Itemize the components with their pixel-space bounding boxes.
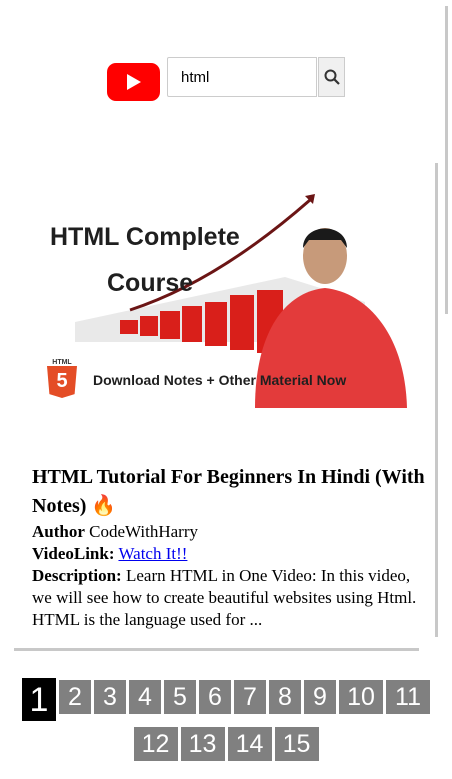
divider (14, 648, 419, 651)
description-row: Description: Learn HTML in One Video: In… (32, 565, 427, 631)
page-button[interactable]: 3 (94, 680, 126, 714)
search-icon (324, 69, 340, 85)
page-button[interactable]: 2 (59, 680, 91, 714)
author-label: Author (32, 522, 85, 541)
page-button[interactable]: 9 (304, 680, 336, 714)
thumbnail-title-line1: HTML Complete (50, 223, 240, 251)
thumbnail-caption: Download Notes + Other Material Now (93, 372, 347, 388)
page-button[interactable]: 7 (234, 680, 266, 714)
thumbnail-title-line2: Course (107, 269, 194, 297)
description-label: Description: (32, 566, 122, 585)
author-row: Author CodeWithHarry (32, 521, 427, 543)
page-button[interactable]: 8 (269, 680, 301, 714)
watch-link[interactable]: Watch It!! (118, 544, 187, 563)
video-info: HTML Tutorial For Beginners In Hindi (Wi… (32, 463, 427, 631)
search-input[interactable] (167, 57, 317, 97)
pagination: 1 2 3 4 5 6 7 8 9 10 11 12 13 14 15 (14, 678, 438, 767)
html5-shield: 5 (47, 366, 77, 398)
video-link-row: VideoLink: Watch It!! (32, 543, 427, 565)
search-button[interactable] (318, 57, 345, 97)
page-button[interactable]: 5 (164, 680, 196, 714)
html5-label: HTML (52, 359, 72, 366)
page-button[interactable]: 14 (227, 727, 272, 761)
author-name: CodeWithHarry (89, 522, 198, 541)
youtube-logo-icon[interactable] (107, 63, 160, 101)
video-link-label: VideoLink: (32, 544, 115, 563)
window-scrollbar[interactable] (445, 6, 448, 314)
page-button[interactable]: 4 (129, 680, 161, 714)
thumbnail-title: HTML Complete Course (50, 214, 240, 306)
page-button[interactable]: 10 (339, 680, 383, 714)
video-title: HTML Tutorial For Beginners In Hindi (Wi… (32, 466, 425, 517)
video-thumbnail[interactable]: HTML Complete Course HTML 5 Download Not… (35, 192, 416, 408)
page-button[interactable]: 12 (133, 727, 178, 761)
page-button-active[interactable]: 1 (22, 678, 56, 721)
page-button[interactable]: 11 (386, 680, 430, 714)
results-scrollbar[interactable] (435, 163, 438, 637)
page-button[interactable]: 6 (199, 680, 231, 714)
html5-icon: HTML 5 (47, 359, 77, 399)
page-button[interactable]: 13 (180, 727, 225, 761)
page-button[interactable]: 15 (274, 727, 319, 761)
